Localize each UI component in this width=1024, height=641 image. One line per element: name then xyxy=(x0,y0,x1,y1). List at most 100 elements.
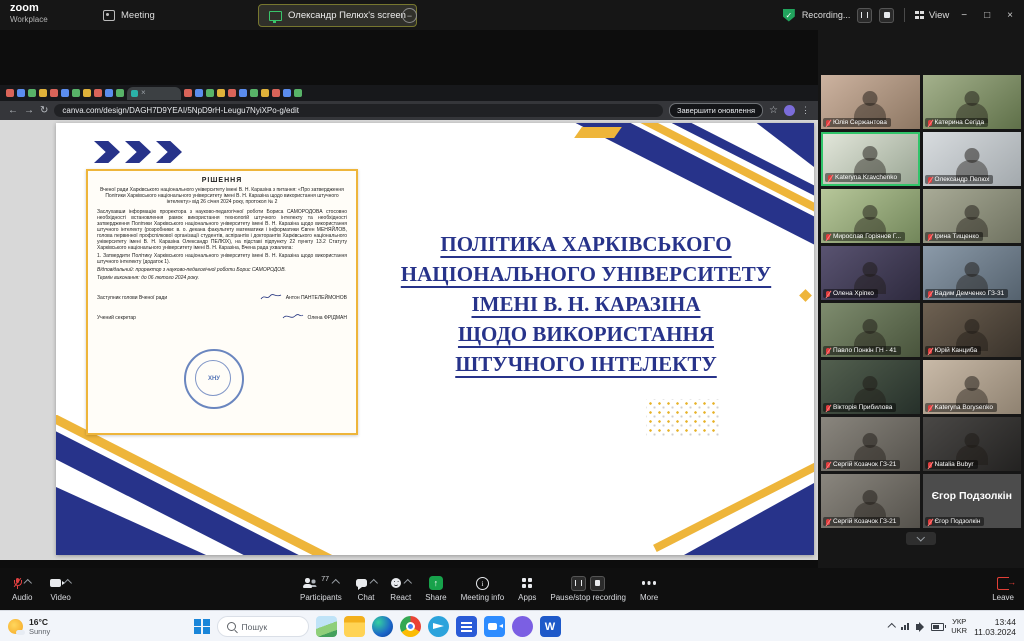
participant-name: Сергій Козачок ГЗ-21 xyxy=(833,461,896,468)
clock[interactable]: 13:44 11.03.2024 xyxy=(974,617,1016,637)
start-button[interactable] xyxy=(194,619,210,635)
signature-name: Олена ФРІДМАН xyxy=(308,315,348,321)
browser-tab-favicon xyxy=(184,89,192,97)
muted-mic-icon xyxy=(826,291,830,297)
stop-recording-icon[interactable] xyxy=(590,576,605,591)
participant-name: Ірина Тищенко xyxy=(935,233,979,240)
participant-name: Олена Хріпко xyxy=(833,290,874,297)
browser-tab-favicon xyxy=(61,89,69,97)
participant-tile[interactable]: Вадим Демченко ГЗ-31 xyxy=(923,246,1022,300)
more-button[interactable]: More xyxy=(640,576,658,602)
file-explorer-icon[interactable] xyxy=(344,616,365,637)
sun-icon xyxy=(8,619,23,634)
participant-tile[interactable]: Олександр Пелюх xyxy=(923,132,1022,186)
share-button[interactable]: Share xyxy=(425,576,446,602)
browser-menu-icon: ⋮ xyxy=(801,105,810,116)
leave-button[interactable]: Leave xyxy=(992,576,1014,602)
edge-browser-icon[interactable] xyxy=(372,616,393,637)
chat-button[interactable]: Chat xyxy=(356,576,377,602)
view-button[interactable]: View xyxy=(915,10,949,21)
apps-button[interactable]: Apps xyxy=(518,576,536,602)
pause-icon xyxy=(861,12,868,18)
browser-tab-favicon xyxy=(83,89,91,97)
word-app-icon[interactable] xyxy=(540,616,561,637)
pause-stop-recording-button[interactable]: Pause/stop recording xyxy=(550,576,626,602)
muted-mic-icon xyxy=(828,175,832,181)
close-button[interactable]: × xyxy=(1002,10,1018,21)
volume-icon[interactable] xyxy=(916,624,920,630)
pause-recording-icon[interactable] xyxy=(571,576,586,591)
chat-options-chevron-icon[interactable] xyxy=(370,579,378,587)
zoom-logo: zoom Workplace xyxy=(10,3,48,25)
video-options-chevron-icon[interactable] xyxy=(64,579,72,587)
participant-tile[interactable]: Юлія Сержантова xyxy=(821,75,920,129)
participant-tile-camera-off[interactable]: Єгор Подзолкін Єгор Подзолкін xyxy=(923,474,1022,528)
participant-tile[interactable]: Павло Понкін ГН - 41 xyxy=(821,303,920,357)
participant-tile-active-speaker[interactable]: Kateryna Kravchenko xyxy=(821,132,920,186)
zoom-titlebar: zoom Workplace Meeting Олександр Пелюх's… xyxy=(0,0,1024,30)
minimize-button[interactable]: − xyxy=(956,10,972,21)
participant-tile[interactable]: Ірина Тищенко xyxy=(923,189,1022,243)
participant-tile[interactable]: Олена Хріпко xyxy=(821,246,920,300)
photos-app-icon[interactable] xyxy=(316,616,337,637)
telegram-icon[interactable] xyxy=(428,616,449,637)
react-button[interactable]: React xyxy=(390,576,411,602)
participant-name: Kateryna Kravchenko xyxy=(835,174,897,181)
participant-name: Мирослав Горіянов Г... xyxy=(833,233,901,240)
record-label: Pause/stop recording xyxy=(550,593,626,602)
finish-update-button: Завершити оновлення xyxy=(669,103,763,118)
participants-count: 77 xyxy=(321,576,329,583)
meeting-info-button[interactable]: Meeting info xyxy=(461,576,505,602)
more-dots-icon xyxy=(642,581,646,585)
collapse-tab-icon[interactable]: − xyxy=(402,8,417,23)
participant-tile[interactable]: Natalia Bubyr xyxy=(923,417,1022,471)
react-options-chevron-icon[interactable] xyxy=(404,579,412,587)
participant-tile[interactable]: Сергій Козачок ГЗ-21 xyxy=(821,474,920,528)
browser-tab-favicon xyxy=(39,89,47,97)
participants-options-chevron-icon[interactable] xyxy=(332,579,340,587)
stop-recording-button[interactable] xyxy=(879,8,894,23)
browser-tab-favicon xyxy=(116,89,124,97)
viber-icon[interactable] xyxy=(512,616,533,637)
participant-tile[interactable]: Kateryna Borysenko xyxy=(923,360,1022,414)
participant-tile[interactable]: Мирослав Горіянов Г... xyxy=(821,189,920,243)
documents-app-icon[interactable] xyxy=(456,616,477,637)
audio-button[interactable]: Audio xyxy=(12,576,32,602)
browser-tab-strip: × xyxy=(0,85,818,101)
participant-tile[interactable]: Сергій Козачок ГЗ-21 xyxy=(821,417,920,471)
decision-document: РІШЕННЯ Вченої ради Харківського націона… xyxy=(86,169,358,435)
video-button[interactable]: Video xyxy=(50,576,71,602)
more-label: More xyxy=(640,593,658,602)
audio-options-chevron-icon[interactable] xyxy=(24,579,32,587)
participant-tile[interactable]: Катерина Сегіда xyxy=(923,75,1022,129)
scroll-participants-button[interactable] xyxy=(906,532,936,545)
meeting-tab-label: Meeting xyxy=(121,10,155,21)
browser-tab-favicon xyxy=(94,89,102,97)
participant-tile[interactable]: Вікторія Прибилова xyxy=(821,360,920,414)
participant-tile[interactable]: Юрій Канциба xyxy=(923,303,1022,357)
participants-button[interactable]: 77 Participants xyxy=(300,576,342,602)
meeting-control-bar: Audio Video 77 Participants xyxy=(0,568,1024,610)
weather-widget[interactable]: 16°C Sunny xyxy=(8,611,50,641)
maximize-button[interactable]: □ xyxy=(979,10,995,21)
search-box[interactable]: Пошук xyxy=(217,616,309,637)
tab-meeting[interactable]: Meeting xyxy=(95,0,163,30)
chrome-browser-icon[interactable] xyxy=(400,616,421,637)
document-intro: Вченої ради Харківського національного у… xyxy=(97,187,347,205)
battery-icon[interactable] xyxy=(931,623,944,631)
stamp-text: ХНУ xyxy=(186,351,242,407)
signature-role: Учений секретар xyxy=(97,315,136,321)
zoom-app-icon[interactable] xyxy=(484,616,505,637)
participant-name: Олександр Пелюх xyxy=(935,176,990,183)
hidden-icons-chevron-icon[interactable] xyxy=(888,623,896,631)
search-icon xyxy=(227,622,236,631)
pause-recording-button[interactable] xyxy=(857,8,872,23)
language-switcher[interactable]: УКР UKR xyxy=(951,618,967,635)
presentation-slide: РІШЕННЯ Вченої ради Харківського націона… xyxy=(56,123,814,555)
network-icon[interactable] xyxy=(901,623,909,630)
browser-tab-favicon xyxy=(17,89,25,97)
tab-shared-screen[interactable]: Олександр Пелюх's screen xyxy=(258,4,417,27)
signature-scribble xyxy=(260,293,282,301)
meeting-info-label: Meeting info xyxy=(461,593,505,602)
forward-icon: → xyxy=(24,106,34,116)
